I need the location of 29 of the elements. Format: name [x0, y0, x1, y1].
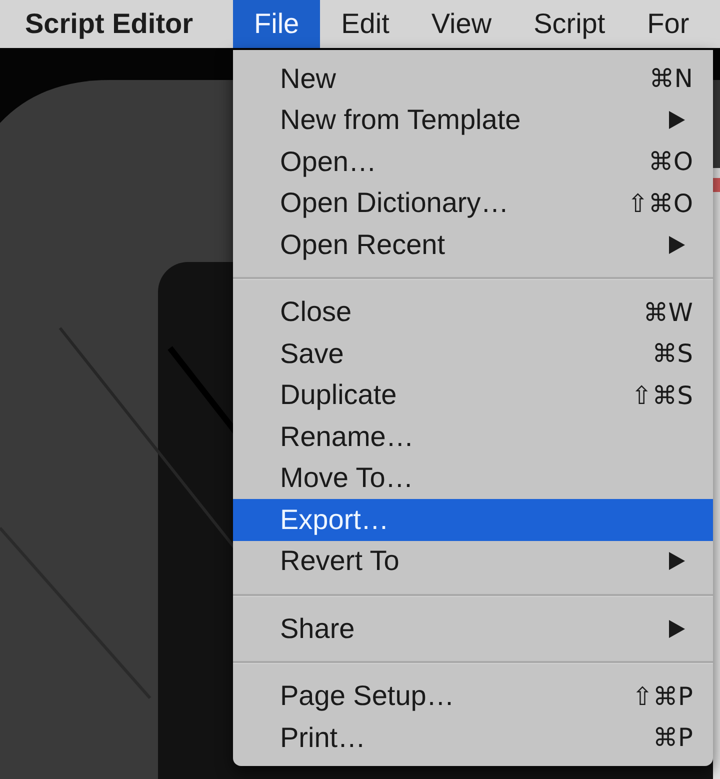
menu-item[interactable]: Duplicate ⇧⌘S: [233, 374, 713, 416]
menu-item[interactable]: Page Setup… ⇧⌘P: [233, 676, 713, 717]
shortcut-label: ⌘W: [643, 296, 693, 328]
shortcut-label: ⌘N: [649, 63, 693, 95]
menu-bar-item[interactable]: Script: [512, 0, 626, 48]
menu-item[interactable]: Revert To: [233, 540, 713, 582]
menu-item[interactable]: Save ⌘S: [233, 333, 713, 374]
menu-item[interactable]: New from Template: [233, 100, 713, 141]
menu-item[interactable]: Share: [233, 608, 713, 650]
app-name[interactable]: Script Editor: [25, 3, 194, 45]
menu-bar-item[interactable]: For: [626, 0, 710, 48]
menu-item[interactable]: Open Dictionary… ⇧⌘O: [233, 182, 713, 224]
shortcut-label: ⇧⌘P: [632, 680, 693, 712]
menu-bar-item[interactable]: View: [410, 0, 513, 48]
shortcut-label: ⇧⌘S: [631, 380, 693, 412]
shortcut-label: ⌘O: [648, 146, 693, 178]
menu-item[interactable]: Open… ⌘O: [233, 141, 713, 182]
menu-item[interactable]: New ⌘N: [233, 58, 713, 100]
shortcut-label: ⌘P: [652, 722, 693, 754]
menu-item[interactable]: Print… ⌘P: [233, 717, 713, 758]
shortcut-label: ⇧⌘O: [627, 188, 693, 220]
menu-item[interactable]: Rename…: [233, 416, 713, 458]
menu-bar-item[interactable]: Edit: [320, 0, 410, 48]
menu-item[interactable]: Open Recent: [233, 224, 713, 266]
menu-bar-item[interactable]: File: [233, 0, 320, 48]
menu-item[interactable]: Export…: [233, 499, 713, 540]
shortcut-label: ⌘S: [652, 338, 693, 370]
menu-item[interactable]: Close ⌘W: [233, 292, 713, 333]
menu-item[interactable]: Move To…: [233, 458, 713, 499]
